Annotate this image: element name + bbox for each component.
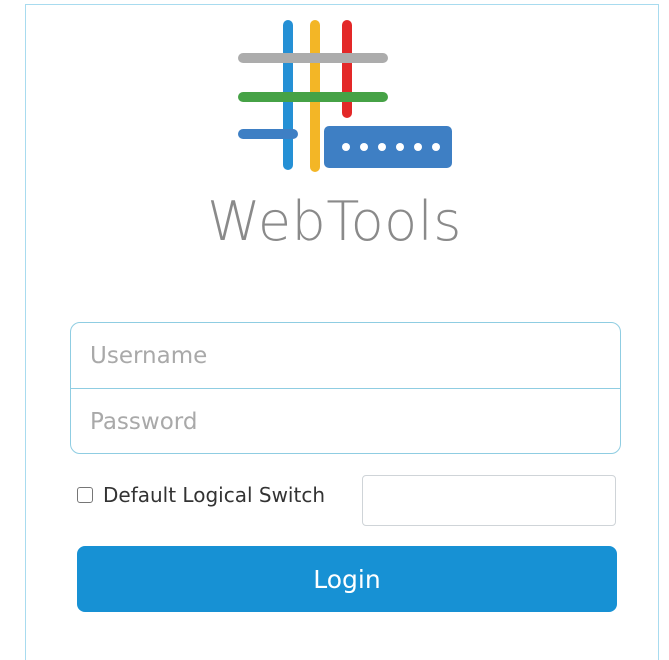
login-page: WebTools Default Logical Switch Login (0, 0, 669, 660)
default-switch-row: Default Logical Switch (77, 480, 325, 510)
app-name: WebTools (207, 190, 462, 253)
username-input[interactable] (71, 323, 620, 388)
webtools-logo-icon (238, 20, 452, 172)
password-input[interactable] (71, 389, 620, 453)
logical-switch-input[interactable] (362, 475, 616, 526)
credentials-group (70, 322, 621, 454)
login-button[interactable]: Login (77, 546, 617, 612)
default-switch-label: Default Logical Switch (103, 483, 326, 507)
default-switch-checkbox[interactable] (77, 487, 93, 503)
